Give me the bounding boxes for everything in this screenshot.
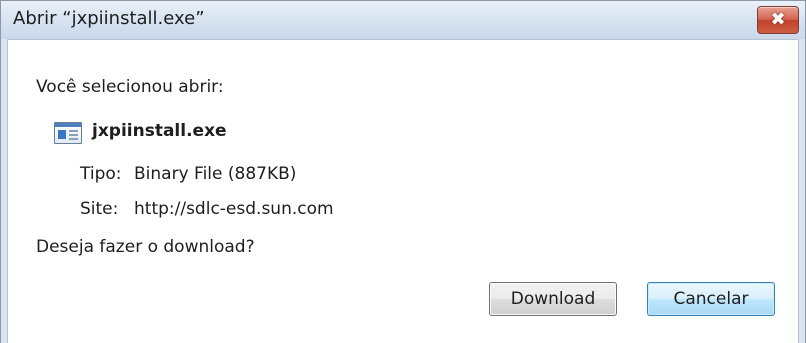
file-name: jxpiinstall.exe	[92, 121, 227, 141]
site-label: Site:	[80, 199, 119, 219]
document-window-icon	[54, 122, 82, 144]
intro-text: Você selecionou abrir:	[36, 77, 224, 97]
cancel-button[interactable]: Cancelar	[647, 282, 775, 316]
close-icon: ✖	[770, 9, 786, 30]
type-value: Binary File (887KB)	[134, 164, 297, 184]
download-question: Deseja fazer o download?	[36, 237, 255, 257]
site-value: http://sdlc-esd.sun.com	[134, 199, 334, 219]
window-title: Abrir “jxpiinstall.exe”	[13, 8, 205, 29]
type-label: Tipo:	[80, 164, 122, 184]
title-bar[interactable]: Abrir “jxpiinstall.exe” ✖	[1, 1, 805, 39]
download-dialog: Abrir “jxpiinstall.exe” ✖ Você seleciono…	[0, 0, 806, 343]
download-button[interactable]: Download	[489, 282, 617, 316]
close-button[interactable]: ✖	[757, 6, 799, 34]
dialog-body: Você selecionou abrir: jxpiinstall.exe T…	[7, 39, 799, 343]
